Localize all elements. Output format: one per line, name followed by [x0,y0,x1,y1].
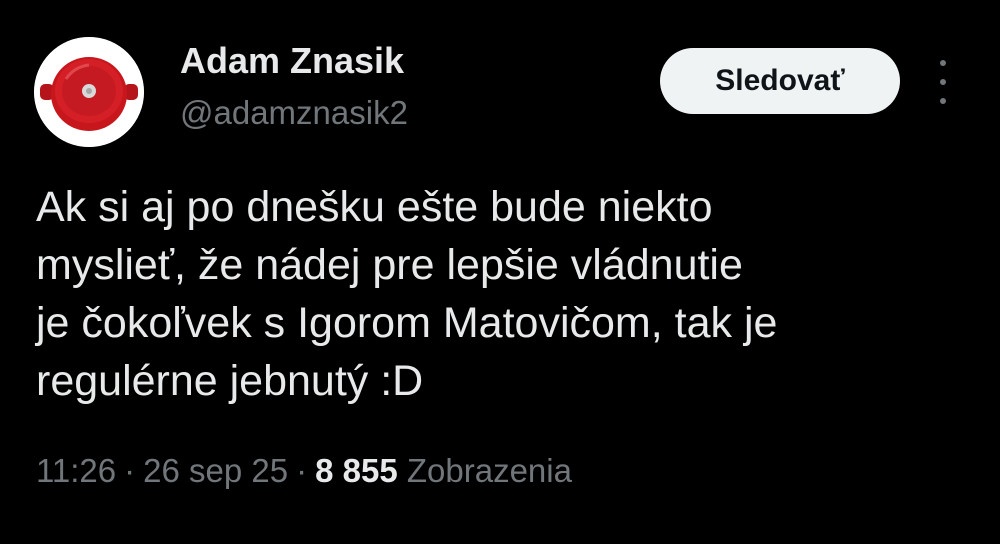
meta-separator: · [296,452,308,489]
tweet-meta: 11:26 · 26 sep 25 · 8 855 Zobrazenia [36,452,572,490]
tweet-date[interactable]: 26 sep 25 [143,452,288,489]
more-dot [940,79,946,85]
views-label[interactable]: Zobrazenia [407,452,572,489]
follow-button[interactable]: Sledovať [660,48,900,114]
tweet-text-line: Ak si aj po dnešku ešte bude niekto [36,183,713,231]
more-dot [940,60,946,66]
meta-separator: · [124,452,136,489]
more-vertical-icon[interactable] [930,60,956,104]
tweet-text: Ak si aj po dnešku ešte bude niekto mysl… [36,178,956,410]
tweet-text-line: je čokoľvek s Igorom Matovičom, tak je [36,299,778,347]
more-dot [940,98,946,104]
tweet-text-line: regulérne jebnutý :D [36,357,424,405]
views-count[interactable]: 8 855 [315,452,398,489]
author-handle[interactable]: @adamznasik2 [180,94,408,132]
author-display-name[interactable]: Adam Znasik [180,40,404,82]
tweet-time[interactable]: 11:26 [36,452,116,489]
avatar[interactable] [34,37,144,147]
red-cooking-pot-icon [34,37,144,147]
tweet-card: Adam Znasik @adamznasik2 Sledovať Ak si … [0,0,1000,544]
tweet-text-line: myslieť, že nádej pre lepšie vládnutie [36,241,743,289]
